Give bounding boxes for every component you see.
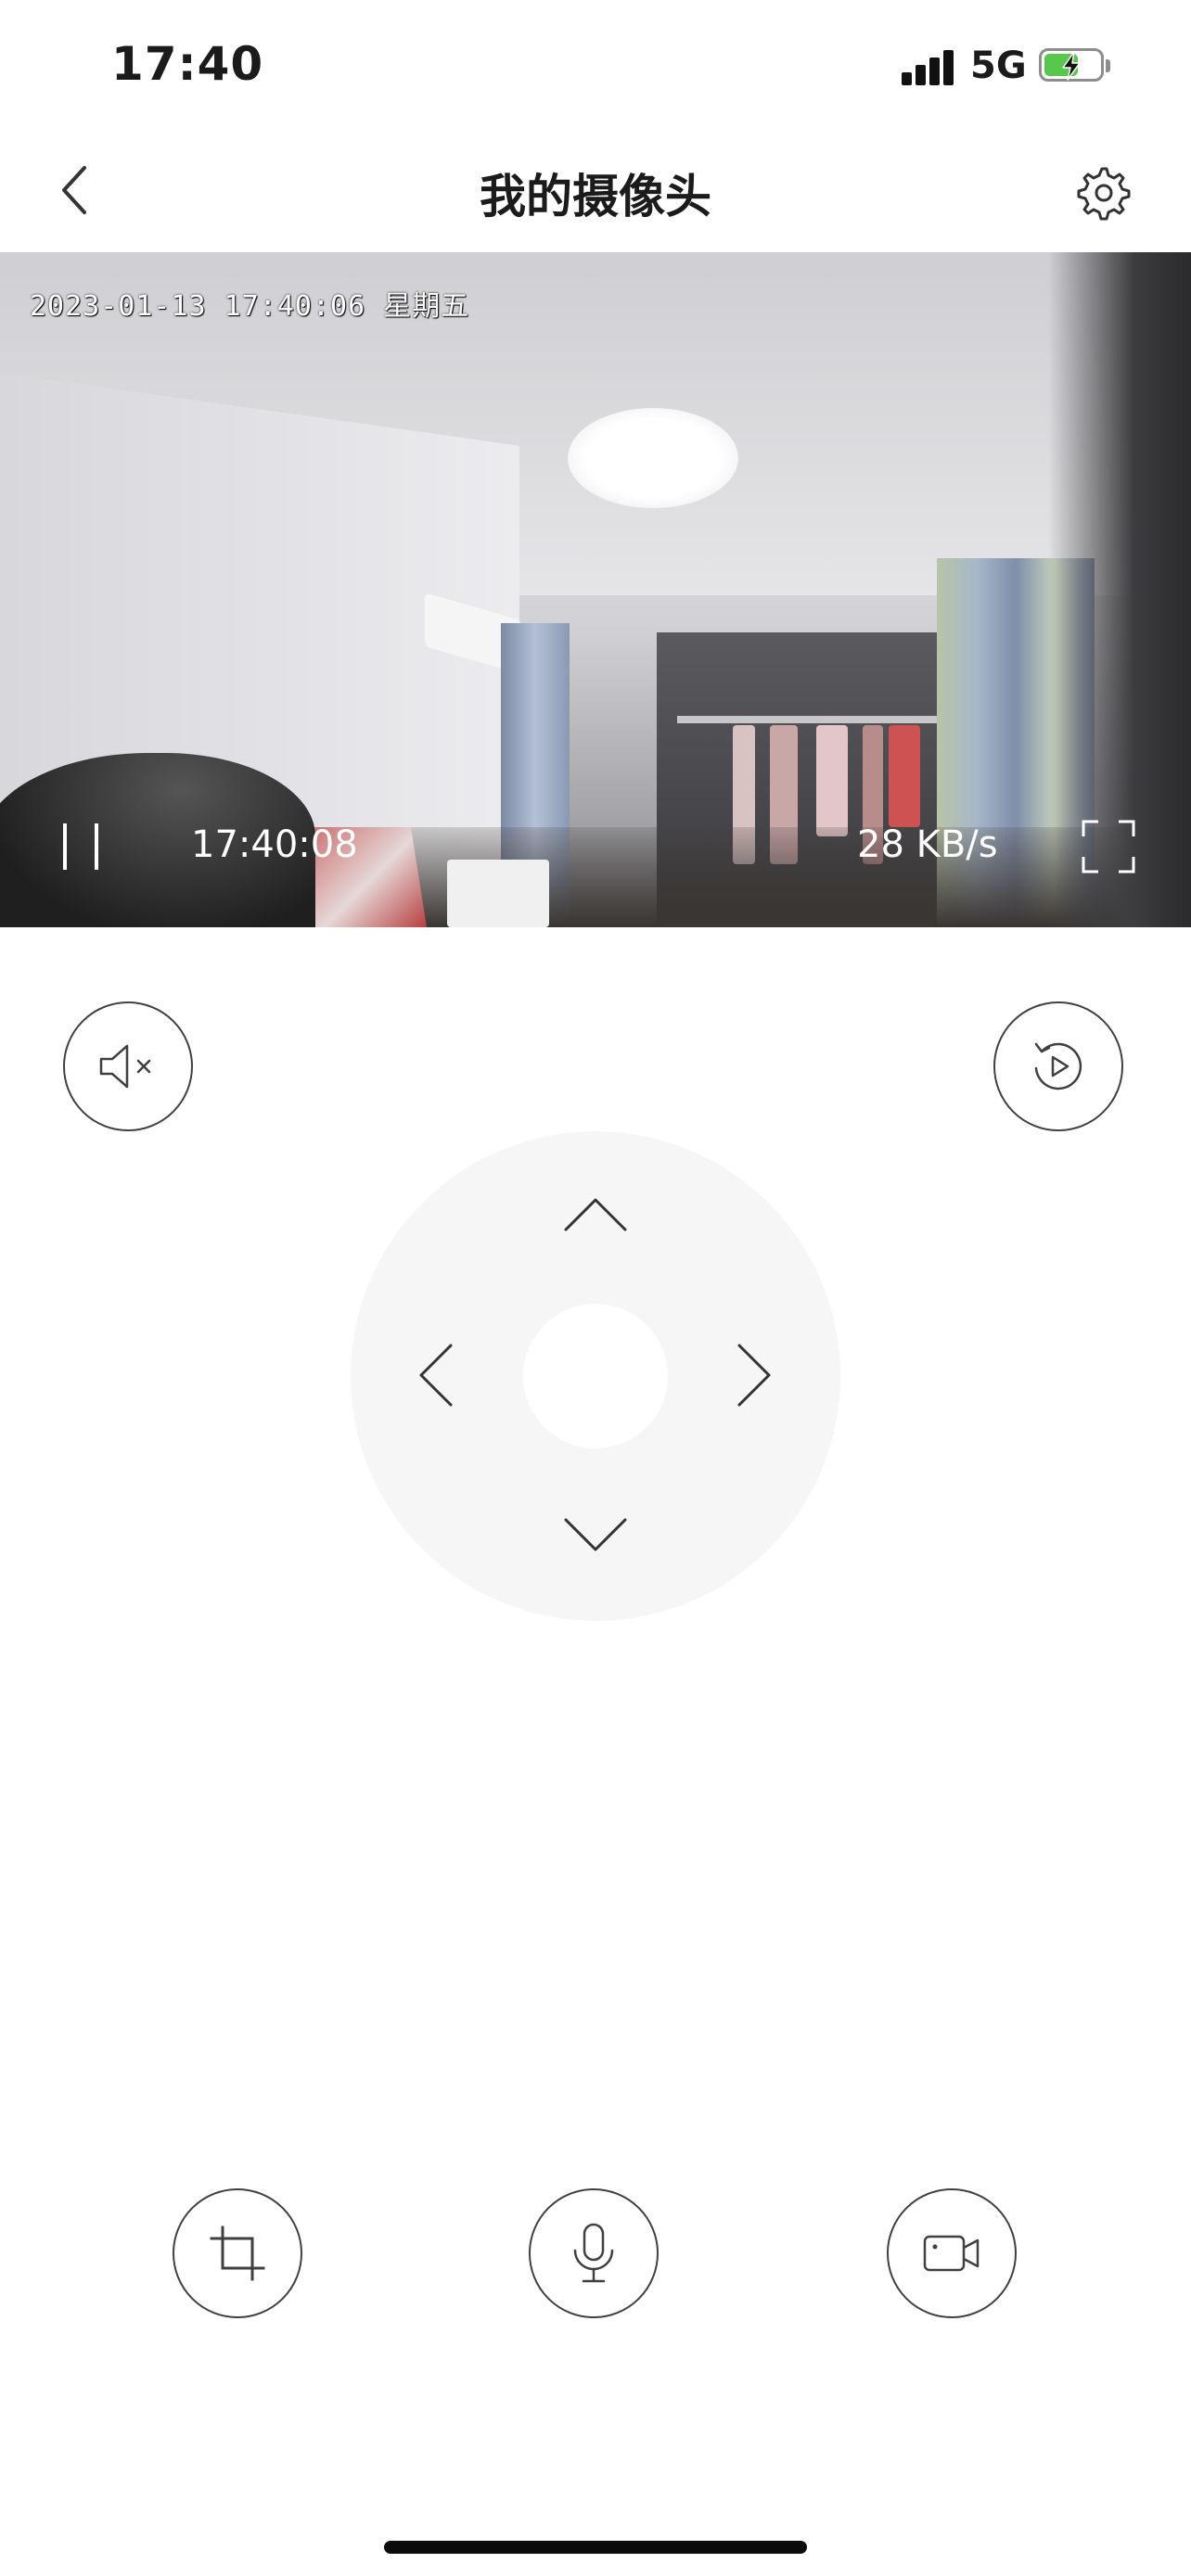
live-time: 17:40:08	[191, 823, 358, 866]
replay-icon	[1034, 1042, 1082, 1090]
record-button[interactable]	[887, 2188, 1017, 2318]
video-record-icon	[923, 2235, 980, 2272]
speaker-muted-icon	[99, 1044, 151, 1089]
arrow-right-icon	[737, 1344, 771, 1407]
page-title: 我的摄像头	[480, 170, 711, 223]
camera-live-view[interactable]	[0, 252, 1191, 927]
settings-button[interactable]	[1069, 159, 1135, 226]
pan-down-button[interactable]	[554, 1493, 637, 1576]
pause-icon[interactable]	[59, 823, 102, 870]
signal-icon	[902, 48, 955, 85]
dpad-center[interactable]	[523, 1304, 668, 1448]
screenshot-button[interactable]	[173, 2188, 302, 2318]
playback-button[interactable]	[993, 1001, 1123, 1131]
crop-screenshot-icon	[210, 2225, 265, 2281]
status-time: 17:40	[111, 37, 264, 91]
mute-button[interactable]	[63, 1001, 193, 1131]
home-indicator[interactable]	[384, 2541, 807, 2554]
microphone-icon	[573, 2223, 614, 2283]
gear-icon	[1077, 167, 1131, 221]
pan-right-button[interactable]	[712, 1333, 796, 1417]
network-type: 5G	[970, 45, 1027, 87]
arrow-down-icon	[564, 1518, 627, 1551]
arrow-left-icon	[419, 1344, 453, 1407]
pan-up-button[interactable]	[554, 1173, 637, 1256]
bitrate: 28 KB/s	[857, 823, 998, 866]
pan-left-button[interactable]	[394, 1333, 478, 1417]
fullscreen-icon[interactable]	[1082, 820, 1135, 874]
arrow-up-icon	[564, 1198, 627, 1231]
talk-button[interactable]	[529, 2188, 659, 2318]
battery-charging-icon	[1039, 48, 1110, 83]
camera-timestamp-overlay: 2023-01-13 17:40:06 星期五	[30, 290, 470, 323]
